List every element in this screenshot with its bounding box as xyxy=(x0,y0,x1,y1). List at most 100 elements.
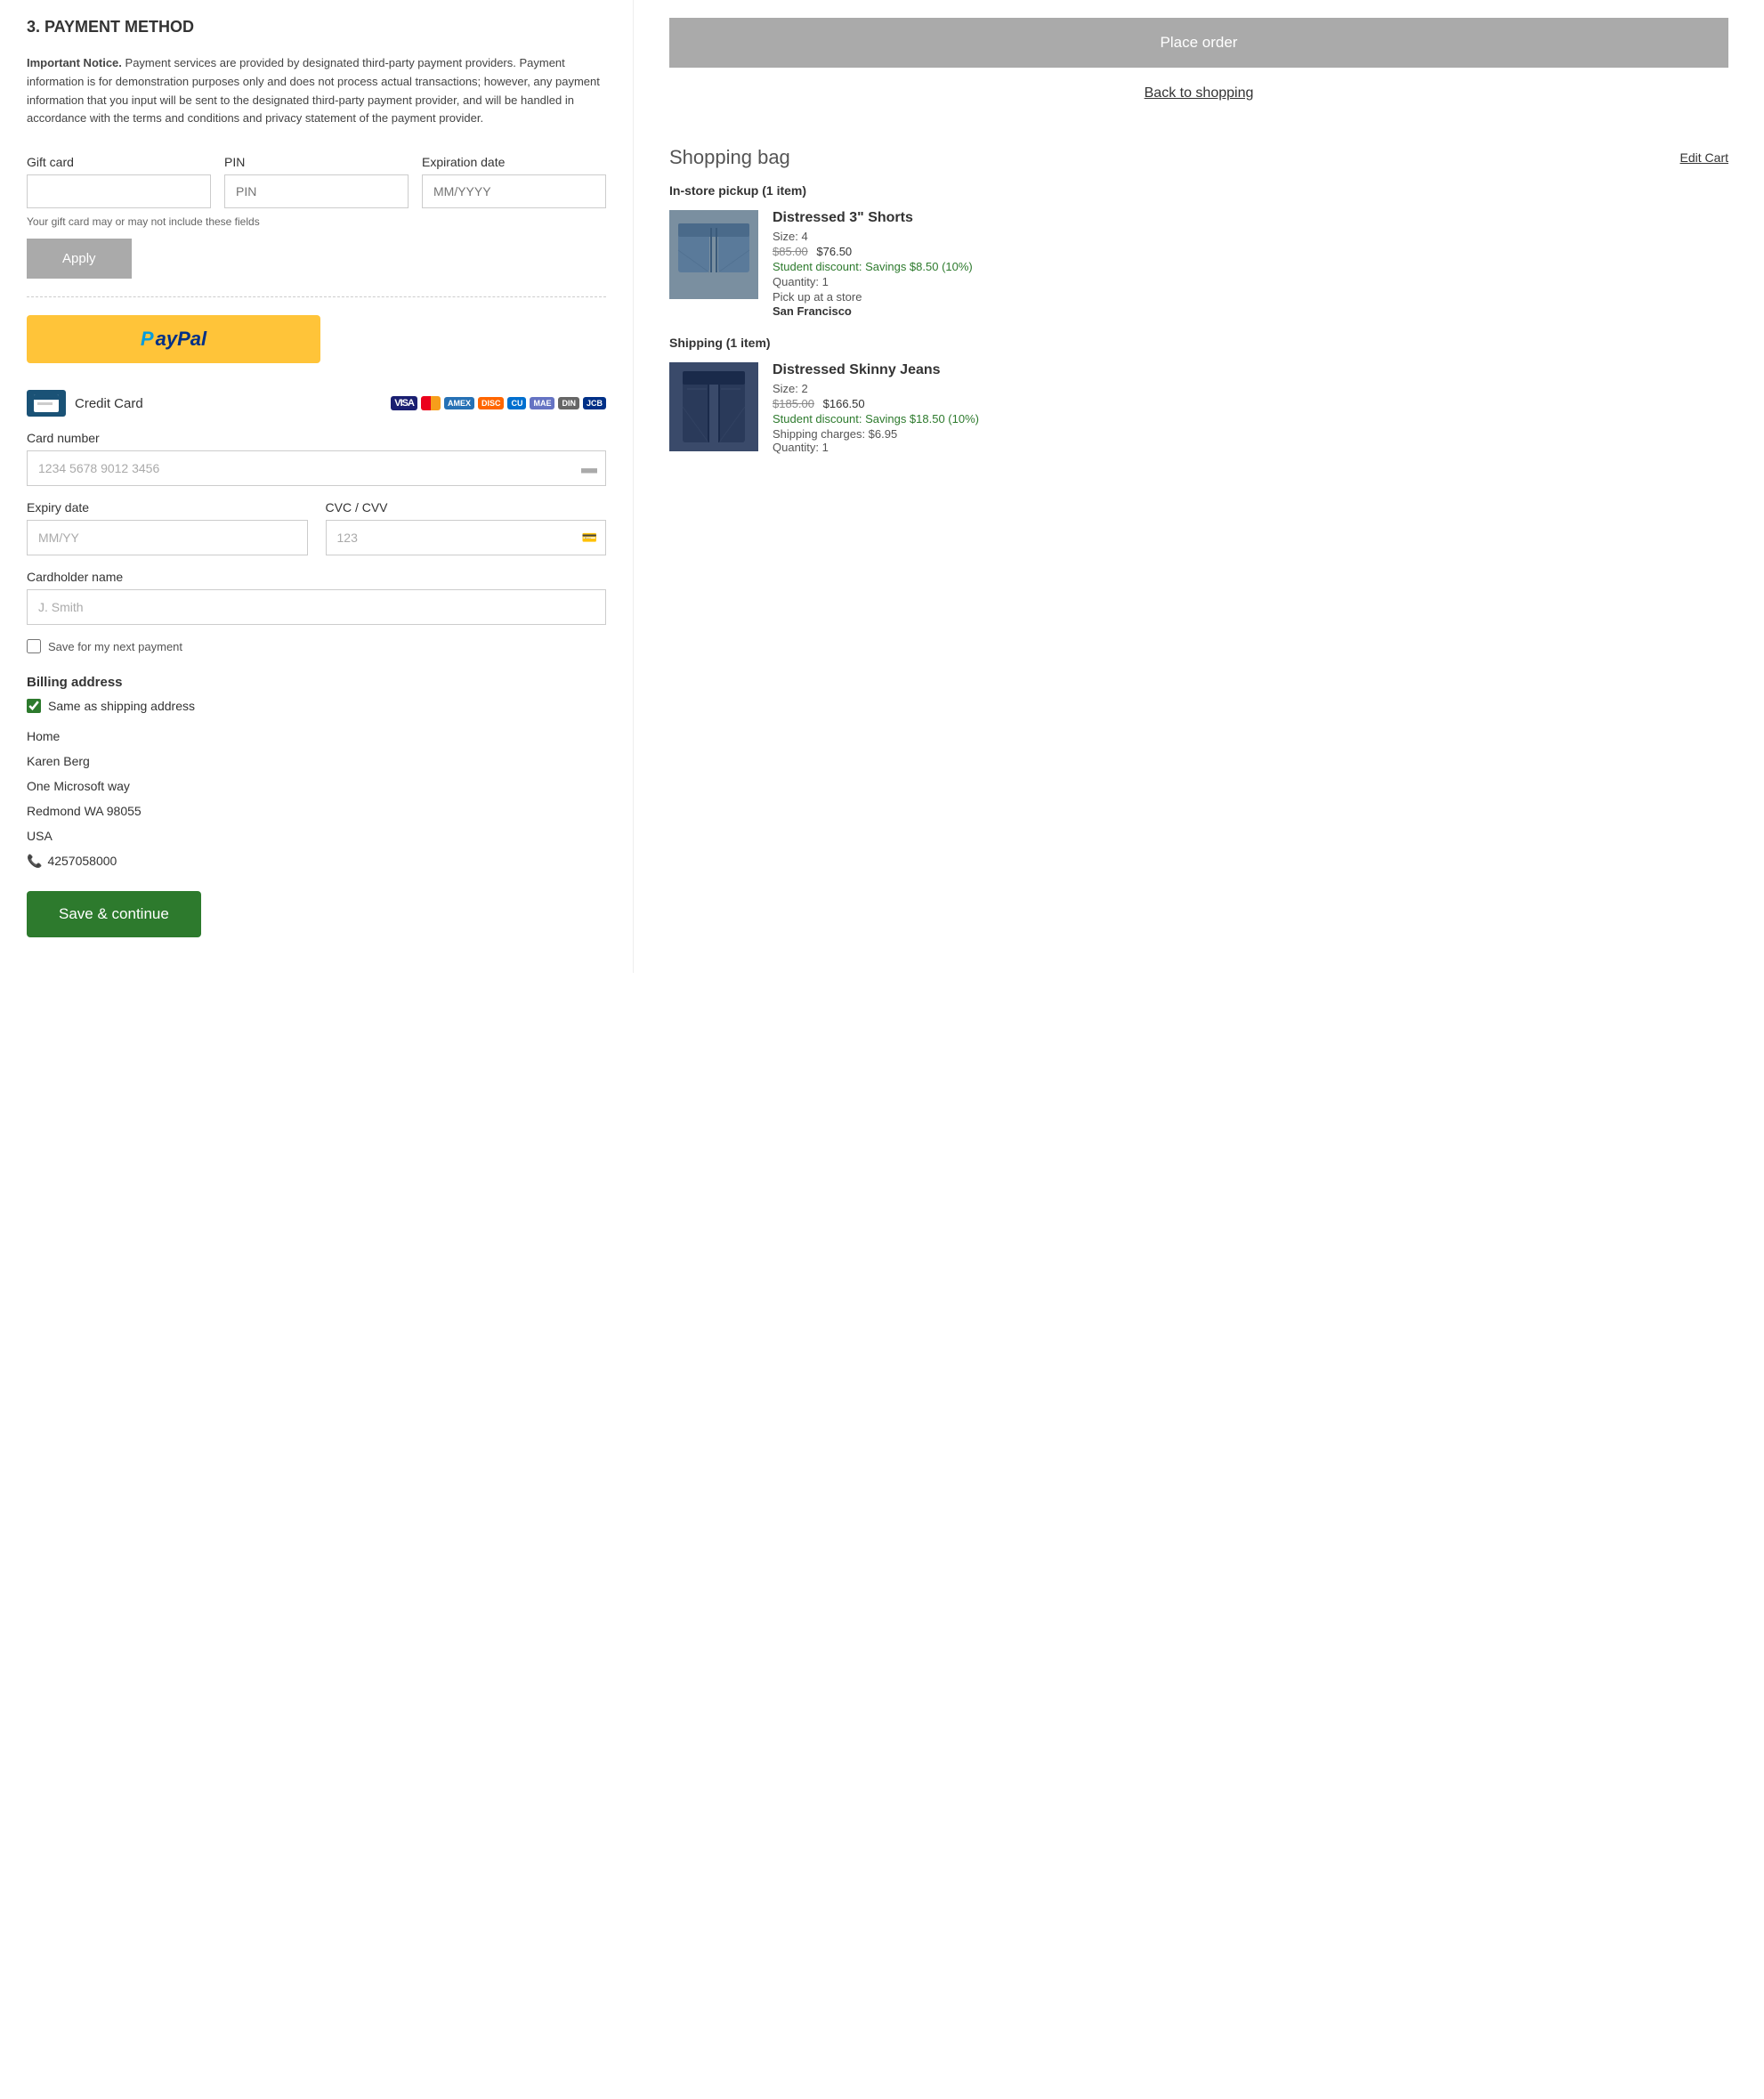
billing-title: Billing address xyxy=(27,675,606,690)
left-panel: 3. PAYMENT METHOD Important Notice. Paym… xyxy=(0,0,633,973)
gift-card-field-group: Gift card xyxy=(27,155,211,208)
card-number-input[interactable] xyxy=(27,450,606,486)
address-line2: Redmond WA 98055 xyxy=(27,798,606,823)
pin-input[interactable] xyxy=(224,174,409,208)
expdate-label: Expiration date xyxy=(422,155,606,169)
item2-sale-price: $166.50 xyxy=(823,397,865,410)
credit-card-header: Credit Card VISA AMEX DISC CU MAE DIN JC… xyxy=(27,390,606,417)
cvc-help-icon: 💳 xyxy=(582,531,597,546)
credit-card-text: Credit Card xyxy=(75,396,143,411)
same-address-checkbox[interactable] xyxy=(27,699,41,713)
save-payment-label: Save for my next payment xyxy=(48,640,182,653)
expiry-label: Expiry date xyxy=(27,500,308,515)
credit-card-section: Credit Card VISA AMEX DISC CU MAE DIN JC… xyxy=(27,390,606,653)
card-type-icon: ▬ xyxy=(581,459,597,478)
jcb-logo: JCB xyxy=(583,397,606,409)
item2-details: Distressed Skinny Jeans Size: 2 $185.00 … xyxy=(773,362,1728,456)
credit-card-icon xyxy=(27,390,66,417)
expiry-cvc-row: Expiry date CVC / CVV 💳 xyxy=(27,500,606,570)
item2-image xyxy=(669,362,758,451)
cvc-input[interactable] xyxy=(326,520,607,555)
amex-logo: AMEX xyxy=(444,397,474,409)
expdate-input[interactable] xyxy=(422,174,606,208)
right-panel: Place order Back to shopping Shopping ba… xyxy=(633,0,1764,973)
cvc-input-wrapper: 💳 xyxy=(326,520,607,555)
cvc-field: CVC / CVV 💳 xyxy=(326,500,607,555)
divider-1 xyxy=(27,296,606,297)
instore-subtitle: In-store pickup (1 item) xyxy=(669,183,1728,198)
maestro-logo: MAE xyxy=(530,397,554,409)
address-country: USA xyxy=(27,823,606,848)
address-name: Karen Berg xyxy=(27,749,606,774)
address-info: Home Karen Berg One Microsoft way Redmon… xyxy=(27,724,606,873)
card-number-label: Card number xyxy=(27,431,606,445)
edit-cart-link[interactable]: Edit Cart xyxy=(1680,150,1728,165)
notice-label: Important Notice. xyxy=(27,56,122,69)
item1-discount: Student discount: Savings $8.50 (10%) xyxy=(773,260,1728,273)
bag-header: Shopping bag Edit Cart xyxy=(669,146,1728,169)
apply-button[interactable]: Apply xyxy=(27,239,132,279)
diners-logo: DIN xyxy=(558,397,579,409)
place-order-button[interactable]: Place order xyxy=(669,18,1728,68)
card-number-input-wrapper: ▬ xyxy=(27,450,606,486)
save-continue-button[interactable]: Save & continue xyxy=(27,891,201,937)
card-number-field: Card number ▬ xyxy=(27,431,606,486)
item2-name: Distressed Skinny Jeans xyxy=(773,362,1728,378)
shopping-bag-section: Shopping bag Edit Cart In-store pickup (… xyxy=(669,137,1728,456)
expdate-field-group: Expiration date xyxy=(422,155,606,208)
gift-card-note: Your gift card may or may not include th… xyxy=(27,215,606,228)
paypal-button[interactable]: P ayPal xyxy=(27,315,320,363)
paypal-p-icon: P xyxy=(141,328,154,351)
bag-item-1: Distressed 3" Shorts Size: 4 $85.00 $76.… xyxy=(669,210,1728,318)
item1-size: Size: 4 xyxy=(773,230,1728,243)
back-to-shopping-link[interactable]: Back to shopping xyxy=(1145,85,1254,101)
item1-details: Distressed 3" Shorts Size: 4 $85.00 $76.… xyxy=(773,210,1728,318)
gift-card-input[interactable] xyxy=(27,174,211,208)
same-address-label: Same as shipping address xyxy=(48,699,195,713)
visa-logo: VISA xyxy=(391,396,417,410)
item2-discount: Student discount: Savings $18.50 (10%) xyxy=(773,412,1728,425)
paypal-text: ayPal xyxy=(156,328,207,351)
bag-title: Shopping bag xyxy=(669,146,790,169)
item2-qty: Quantity: 1 xyxy=(773,441,1728,454)
item1-pickup-label: Pick up at a store xyxy=(773,290,1728,304)
pin-label: PIN xyxy=(224,155,409,169)
card-logos: VISA AMEX DISC CU MAE DIN JCB xyxy=(391,396,606,410)
expiry-input[interactable] xyxy=(27,520,308,555)
cardholder-field: Cardholder name xyxy=(27,570,606,625)
cardholder-input[interactable] xyxy=(27,589,606,625)
cvc-label: CVC / CVV xyxy=(326,500,607,515)
item1-image xyxy=(669,210,758,299)
pin-field-group: PIN xyxy=(224,155,409,208)
item2-shipping: Shipping charges: $6.95 xyxy=(773,427,1728,441)
save-payment-checkbox-group: Save for my next payment xyxy=(27,639,606,653)
jeans-image-placeholder xyxy=(669,362,758,451)
back-to-shopping: Back to shopping xyxy=(669,85,1728,101)
billing-section: Billing address Same as shipping address… xyxy=(27,675,606,873)
bag-item-2: Distressed Skinny Jeans Size: 2 $185.00 … xyxy=(669,362,1728,456)
gift-card-section: Gift card PIN Expiration date Your gift … xyxy=(27,155,606,279)
expiry-field: Expiry date xyxy=(27,500,308,555)
item1-name: Distressed 3" Shorts xyxy=(773,210,1728,226)
shorts-image-placeholder xyxy=(669,210,758,299)
shipping-subtitle: Shipping (1 item) xyxy=(669,336,1728,350)
discover-logo: DISC xyxy=(478,397,505,409)
address-phone-line: 📞 4257058000 xyxy=(27,848,606,873)
item1-price: $85.00 $76.50 xyxy=(773,245,1728,258)
paypal-section: P ayPal xyxy=(27,315,606,363)
same-address-row: Same as shipping address xyxy=(27,699,606,713)
address-type: Home xyxy=(27,724,606,749)
address-phone: 4257058000 xyxy=(47,848,117,873)
mastercard-logo xyxy=(421,396,441,410)
item2-price: $185.00 $166.50 xyxy=(773,397,1728,410)
gift-card-label: Gift card xyxy=(27,155,211,169)
item2-original-price: $185.00 xyxy=(773,397,814,410)
save-payment-checkbox[interactable] xyxy=(27,639,41,653)
credit-card-label-group: Credit Card xyxy=(27,390,143,417)
notice-box: Important Notice. Payment services are p… xyxy=(27,54,606,128)
cardholder-label: Cardholder name xyxy=(27,570,606,584)
item2-size: Size: 2 xyxy=(773,382,1728,395)
item1-pickup-location: San Francisco xyxy=(773,304,1728,318)
item1-sale-price: $76.50 xyxy=(816,245,852,258)
address-line1: One Microsoft way xyxy=(27,774,606,798)
